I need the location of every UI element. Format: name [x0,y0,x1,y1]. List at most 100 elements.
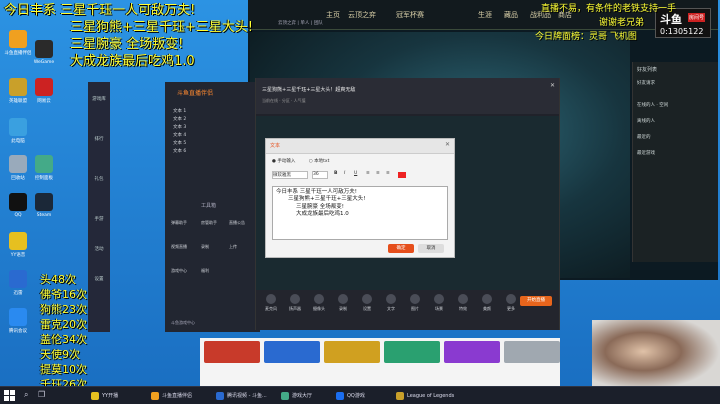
lol-status: 云顶之弈 | 单人 | 团队 [278,21,323,26]
tool-welfare[interactable]: 福利 [201,268,209,274]
thumbnail[interactable] [204,341,260,363]
scene-item[interactable]: 文本 2 [173,116,186,124]
desktop-icon-recycle[interactable]: 回收站 [4,155,32,181]
overlay-line: 大成龙族最后吃鸡1.0 [70,54,195,69]
desktop-icon-meeting[interactable]: 腾讯会议 [4,308,32,334]
effects-button[interactable]: 特效 [454,294,472,312]
align-right-icon[interactable]: ≡ [386,171,390,176]
font-select[interactable]: 微软雅黑 [272,171,308,179]
image-button[interactable]: 图片 [406,294,424,312]
desktop-icon-qq[interactable]: QQ [4,193,32,218]
sidebar-item-settings[interactable]: 设置 [91,276,107,282]
netease-icon [35,78,53,96]
sidebar-item-mobile[interactable]: 手游 [91,216,107,222]
font-size-select[interactable]: 36 [312,171,328,179]
camera-icon [314,294,324,304]
desktop-icon-xunlei[interactable]: 迅雷 [4,270,32,296]
align-left-icon[interactable]: ≡ [366,171,370,176]
speaker-button[interactable]: 扬声器 [286,294,304,312]
underline-icon[interactable]: U [354,171,357,176]
lol-nav-home[interactable]: 主页 [326,10,340,20]
text-input-area[interactable]: 今日丰系 三星千珏一人可敌万夫! 三星狗熊+三星千珏+三星大头! 三星腕豪 全场… [272,186,448,240]
tool-notice[interactable]: 直播公告 [229,220,245,226]
tool-record[interactable]: 录制 [201,244,209,250]
close-icon[interactable]: ✕ [550,82,555,89]
taskbar-item[interactable]: 斗鱼直播伴侣 [150,390,192,402]
task-view-icon[interactable]: ❐ [38,390,45,399]
windows-start-icon[interactable] [4,390,16,402]
italic-icon[interactable]: I [344,171,345,176]
friend-row[interactable]: 在线的人 · 空闲 [637,102,668,108]
desktop-icon-netease[interactable]: 网易云 [30,78,58,104]
friends-header: 好友列表 [637,67,658,73]
sidebar-item-rank[interactable]: 排行 [91,136,107,142]
friend-row[interactable]: 好友请求 [637,80,655,86]
dialog-close-icon[interactable]: ✕ [445,141,450,148]
thumbnail[interactable] [324,341,380,363]
scene-item[interactable]: 文本 3 [173,124,186,132]
start-live-button[interactable]: 开始直播 [520,296,552,306]
tools-title: 工具箱 [201,203,217,209]
count-line: 狗熊23次 [40,303,87,316]
scene-item[interactable]: 文本 4 [173,132,186,140]
tool-video[interactable]: 视频直播 [171,244,187,250]
cancel-button[interactable]: 取消 [418,244,444,253]
desktop-icon-steam[interactable]: Steam [30,193,58,218]
more-button[interactable]: 更多 [502,294,520,312]
friend-row[interactable]: 最近游戏 [637,150,655,156]
desktop-icon-computer[interactable]: 此电脑 [4,118,32,144]
color-swatch[interactable] [398,172,406,178]
input-mode-row: ● 手动输入 ○ 本地txt [272,158,329,164]
tool-danmu[interactable]: 弹幕助手 [171,220,187,226]
overlay-line: 今日牌面榜：灵哥 飞机图 [535,32,637,42]
scene-item[interactable]: 文本 5 [173,140,186,148]
desktop-icon-control[interactable]: 控制面板 [30,155,58,181]
overlay-line: 今日丰系 三星千珏一人可敌万夫! [4,3,196,18]
thumbnail[interactable] [264,341,320,363]
sidebar-item-games[interactable]: 游戏库 [91,96,107,102]
bold-icon[interactable]: B [334,171,337,176]
beauty-button[interactable]: 美颜 [478,294,496,312]
desktop-icon-yy[interactable]: YY语音 [4,232,32,258]
ok-button[interactable]: 确定 [388,244,414,253]
search-icon[interactable]: ⌕ [24,390,28,400]
tool-admin[interactable]: 房管助手 [201,220,217,226]
scene-item[interactable]: 文本 6 [173,148,186,156]
record-button[interactable]: 录制 [334,294,352,312]
yy-icon [9,232,27,250]
tool-game-center[interactable]: 游戏中心 [171,268,187,274]
lol-icon [9,78,27,96]
text-button[interactable]: 文字 [382,294,400,312]
taskbar-item[interactable]: 游戏大厅 [280,390,312,402]
scene-button[interactable]: 场景 [430,294,448,312]
camera-button[interactable]: 摄像头 [310,294,328,312]
qq-icon [9,193,27,211]
settings-button[interactable]: 设置 [358,294,376,312]
lol-nav-tft[interactable]: 云顶之弈 [348,10,376,20]
speaker-icon [290,294,300,304]
taskbar-item[interactable]: QQ游戏 [335,390,365,402]
browser-thumbnails [200,338,560,386]
thumbnail[interactable] [504,341,560,363]
align-center-icon[interactable]: ≡ [376,171,380,176]
taskbar-item[interactable]: YY开播 [90,390,118,402]
lol-nav-collection[interactable]: 藏品 [504,10,518,20]
desktop-icon-lol[interactable]: 英雄联盟 [4,78,32,104]
mic-button[interactable]: 麦克风 [262,294,280,312]
live-window-header: 三星狗熊+三星千珏+三星大头！超爽无敌 当前在线 · 分区 · 人气值 ✕ [256,78,559,114]
taskbar-item[interactable]: 腾讯视频 - 斗鱼... [215,390,267,402]
friend-row[interactable]: 离线的人 [637,118,655,124]
lol-nav-clash[interactable]: 冠军杯赛 [396,10,424,20]
effects-icon [458,294,468,304]
sidebar-item-activity[interactable]: 活动 [91,246,107,252]
room-label: 房间号 [688,13,706,22]
lol-nav-profile[interactable]: 生涯 [478,10,492,20]
thumbnail[interactable] [384,341,440,363]
taskbar-item[interactable]: League of Legends [395,390,454,402]
thumbnail[interactable] [444,341,500,363]
tool-upload[interactable]: 上传 [229,244,237,250]
text-line: 三星狗熊+三星千珏+三星大头! [288,196,366,203]
scene-item[interactable]: 文本 1 [173,108,186,116]
sidebar-item-gift[interactable]: 礼包 [91,176,107,182]
friend-row[interactable]: 最近的 [637,134,651,140]
